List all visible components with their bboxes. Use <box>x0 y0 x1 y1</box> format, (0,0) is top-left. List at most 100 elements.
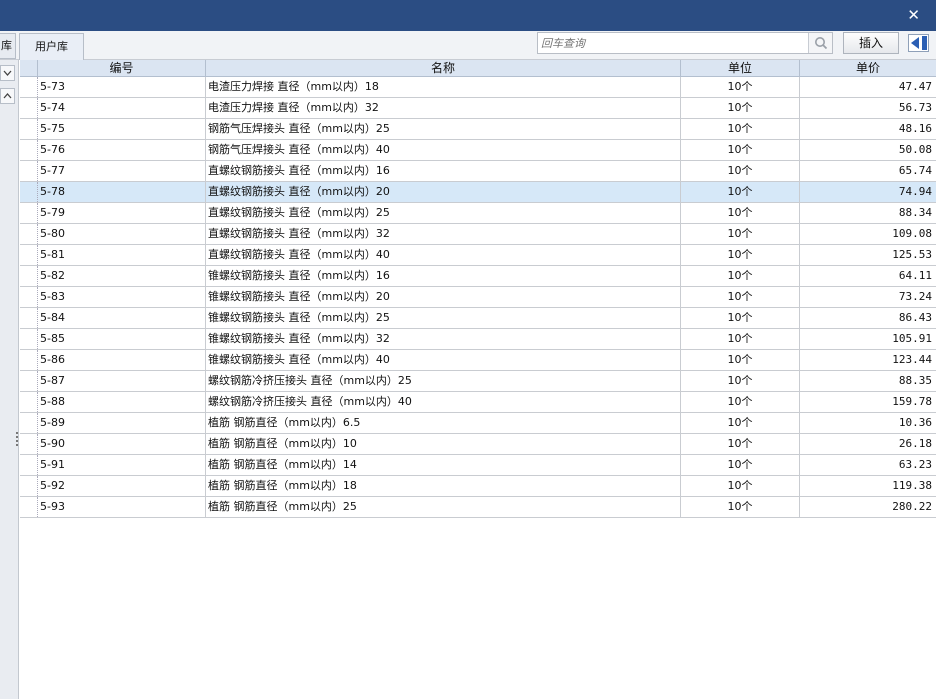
table-row[interactable]: 5-85 锥螺纹钢筋接头 直径（mm以内）32 10个 105.91 <box>20 329 936 350</box>
tab-user-library[interactable]: 用户库 <box>19 33 84 60</box>
cell-code: 5-81 <box>38 245 206 265</box>
close-button[interactable]: ✕ <box>907 6 920 24</box>
row-indicator <box>20 98 38 118</box>
row-indicator <box>20 308 38 328</box>
cell-unit: 10个 <box>681 119 800 139</box>
table-row[interactable]: 5-83 锥螺纹钢筋接头 直径（mm以内）20 10个 73.24 <box>20 287 936 308</box>
table-row[interactable]: 5-84 锥螺纹钢筋接头 直径（mm以内）25 10个 86.43 <box>20 308 936 329</box>
tab-library-partial[interactable]: 库 <box>0 33 16 59</box>
cell-unit: 10个 <box>681 266 800 286</box>
cell-price: 119.38 <box>892 479 932 492</box>
table-row[interactable]: 5-76 钢筋气压焊接头 直径（mm以内）40 10个 50.08 <box>20 140 936 161</box>
column-header-unit[interactable]: 单位 <box>681 60 800 77</box>
cell-price: 50.08 <box>898 143 932 156</box>
table-row[interactable]: 5-91 植筋 钢筋直径（mm以内）14 10个 63.23 <box>20 455 936 476</box>
cell-price: 109.08 <box>892 227 932 240</box>
cell-code: 5-78 <box>38 182 206 202</box>
column-header-code[interactable]: 编号 <box>38 60 206 77</box>
table-row[interactable]: 5-80 直螺纹钢筋接头 直径（mm以内）32 10个 109.08 <box>20 224 936 245</box>
cell-unit: 10个 <box>681 476 800 496</box>
cell-code: 5-76 <box>38 140 206 160</box>
cell-price: 64.11 <box>898 269 932 282</box>
row-indicator <box>20 371 38 391</box>
cell-unit: 10个 <box>681 77 800 97</box>
search-icon <box>814 37 827 50</box>
table-row[interactable]: 5-87 螺纹钢筋冷挤压接头 直径（mm以内）25 10个 88.35 <box>20 371 936 392</box>
table-row[interactable]: 5-73 电渣压力焊接 直径（mm以内）18 10个 47.47 <box>20 77 936 98</box>
cell-code: 5-82 <box>38 266 206 286</box>
cell-code: 5-91 <box>38 455 206 475</box>
table-row[interactable]: 5-77 直螺纹钢筋接头 直径（mm以内）16 10个 65.74 <box>20 161 936 182</box>
table-row[interactable]: 5-74 电渣压力焊接 直径（mm以内）32 10个 56.73 <box>20 98 936 119</box>
cell-unit: 10个 <box>681 497 800 517</box>
row-indicator <box>20 266 38 286</box>
cell-unit: 10个 <box>681 182 800 202</box>
search-button[interactable] <box>808 33 832 53</box>
table-row[interactable]: 5-81 直螺纹钢筋接头 直径（mm以内）40 10个 125.53 <box>20 245 936 266</box>
cell-price: 86.43 <box>898 311 932 324</box>
column-header-name[interactable]: 名称 <box>206 60 681 77</box>
table-header: 编号 名称 单位 单价 <box>20 60 936 77</box>
cell-name: 钢筋气压焊接头 直径（mm以内）40 <box>206 140 681 160</box>
cell-code: 5-77 <box>38 161 206 181</box>
cell-code: 5-83 <box>38 287 206 307</box>
table-row[interactable]: 5-86 锥螺纹钢筋接头 直径（mm以内）40 10个 123.44 <box>20 350 936 371</box>
table-row[interactable]: 5-89 植筋 钢筋直径（mm以内）6.5 10个 10.36 <box>20 413 936 434</box>
splitter-handle[interactable] <box>15 432 19 450</box>
row-indicator <box>20 140 38 160</box>
cell-code: 5-88 <box>38 392 206 412</box>
table-body: 5-73 电渣压力焊接 直径（mm以内）18 10个 47.47 5-74 电渣压力焊接 … <box>20 77 936 518</box>
row-indicator <box>20 497 38 517</box>
table-row[interactable]: 5-75 钢筋气压焊接头 直径（mm以内）25 10个 48.16 <box>20 119 936 140</box>
row-indicator <box>20 392 38 412</box>
collapse-panel-button[interactable] <box>908 34 929 52</box>
cell-price: 88.35 <box>898 374 932 387</box>
cell-code: 5-92 <box>38 476 206 496</box>
cell-unit: 10个 <box>681 161 800 181</box>
cell-unit: 10个 <box>681 224 800 244</box>
dropdown-toggle[interactable] <box>0 65 15 81</box>
table-row[interactable]: 5-90 植筋 钢筋直径（mm以内）10 10个 26.18 <box>20 434 936 455</box>
table-row[interactable]: 5-82 锥螺纹钢筋接头 直径（mm以内）16 10个 64.11 <box>20 266 936 287</box>
cell-name: 直螺纹钢筋接头 直径（mm以内）25 <box>206 203 681 223</box>
insert-button[interactable]: 插入 <box>843 32 899 54</box>
cell-unit: 10个 <box>681 98 800 118</box>
table-row[interactable]: 5-88 螺纹钢筋冷挤压接头 直径（mm以内）40 10个 159.78 <box>20 392 936 413</box>
title-bar: ✕ <box>0 0 936 31</box>
cell-name: 植筋 钢筋直径（mm以内）25 <box>206 497 681 517</box>
toolbar: 库 用户库 插入 <box>0 31 936 60</box>
search-input[interactable] <box>538 33 808 53</box>
cell-name: 锥螺纹钢筋接头 直径（mm以内）16 <box>206 266 681 286</box>
cell-name: 锥螺纹钢筋接头 直径（mm以内）20 <box>206 287 681 307</box>
cell-code: 5-75 <box>38 119 206 139</box>
cell-price: 63.23 <box>898 458 932 471</box>
table-row[interactable]: 5-79 直螺纹钢筋接头 直径（mm以内）25 10个 88.34 <box>20 203 936 224</box>
column-header-price[interactable]: 单价 <box>800 60 936 77</box>
row-indicator <box>20 77 38 97</box>
cell-name: 锥螺纹钢筋接头 直径（mm以内）32 <box>206 329 681 349</box>
cell-name: 螺纹钢筋冷挤压接头 直径（mm以内）25 <box>206 371 681 391</box>
cell-code: 5-73 <box>38 77 206 97</box>
cell-code: 5-80 <box>38 224 206 244</box>
table-row[interactable]: 5-93 植筋 钢筋直径（mm以内）25 10个 280.22 <box>20 497 936 518</box>
cell-name: 螺纹钢筋冷挤压接头 直径（mm以内）40 <box>206 392 681 412</box>
cell-name: 直螺纹钢筋接头 直径（mm以内）32 <box>206 224 681 244</box>
chevron-up-icon <box>3 93 12 99</box>
cell-unit: 10个 <box>681 434 800 454</box>
cell-name: 直螺纹钢筋接头 直径（mm以内）16 <box>206 161 681 181</box>
cell-price: 105.91 <box>892 332 932 345</box>
cell-name: 锥螺纹钢筋接头 直径（mm以内）25 <box>206 308 681 328</box>
cell-unit: 10个 <box>681 203 800 223</box>
cell-unit: 10个 <box>681 287 800 307</box>
cell-code: 5-85 <box>38 329 206 349</box>
table-row[interactable]: 5-78 直螺纹钢筋接头 直径（mm以内）20 10个 74.94 <box>20 182 936 203</box>
cell-name: 植筋 钢筋直径（mm以内）14 <box>206 455 681 475</box>
chevron-down-icon <box>3 70 12 76</box>
left-panel-strip <box>0 60 19 699</box>
cell-unit: 10个 <box>681 245 800 265</box>
collapse-up-toggle[interactable] <box>0 88 15 104</box>
header-indicator <box>20 60 38 77</box>
table-row[interactable]: 5-92 植筋 钢筋直径（mm以内）18 10个 119.38 <box>20 476 936 497</box>
cell-name: 植筋 钢筋直径（mm以内）10 <box>206 434 681 454</box>
cell-name: 电渣压力焊接 直径（mm以内）18 <box>206 77 681 97</box>
